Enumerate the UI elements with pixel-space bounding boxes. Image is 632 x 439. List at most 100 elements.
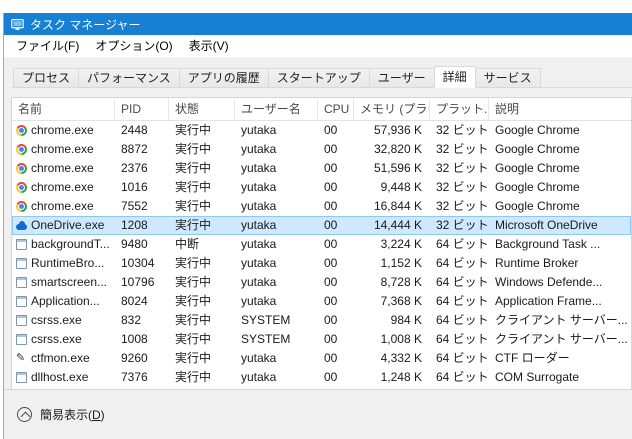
pid-cell: 7376 (121, 370, 148, 384)
name-cell: chrome.exe (12, 178, 115, 197)
description-cell: Google Chrome (495, 161, 580, 175)
column-header-platform[interactable]: プラット... (430, 98, 489, 120)
user-cell: yutaka (241, 161, 277, 175)
task-manager-icon (10, 17, 24, 31)
cpu-cell: 00 (324, 313, 338, 327)
description-cell: Microsoft OneDrive (495, 218, 598, 232)
name-cell: chrome.exe (12, 121, 115, 140)
description-cell: Google Chrome (495, 180, 580, 194)
process-row[interactable]: dllhost.exe 7376 実行中 yutaka 00 1,248 K 6… (12, 368, 631, 387)
cpu-cell: 00 (324, 351, 338, 365)
onedrive-icon (16, 220, 27, 231)
tab-app-history[interactable]: アプリの履歴 (178, 68, 269, 87)
platform-cell: 64 ビット (436, 294, 489, 308)
platform-cell: 32 ビット (436, 218, 489, 232)
pid-cell: 2376 (121, 161, 148, 175)
fewer-details-label: 簡易表示(D) (40, 408, 105, 422)
process-row[interactable]: Application... 8024 実行中 yutaka 00 7,368 … (12, 292, 631, 311)
column-header-status[interactable]: 状態 (169, 98, 235, 120)
cpu-cell: 00 (324, 199, 338, 213)
window-icon (16, 258, 27, 269)
status-cell: 実行中 (175, 123, 212, 137)
process-row[interactable]: csrss.exe 832 実行中 SYSTEM 00 984 K 64 ビット… (12, 311, 631, 330)
column-header-memory[interactable]: メモリ (プライ... (354, 98, 430, 120)
window-icon (16, 372, 27, 383)
memory-cell: 1,248 K (380, 370, 422, 384)
status-cell: 実行中 (175, 218, 212, 232)
user-cell: SYSTEM (241, 332, 291, 346)
memory-cell: 1,152 K (380, 256, 422, 270)
cpu-cell: 00 (324, 332, 338, 346)
cpu-cell: 00 (324, 294, 338, 308)
process-row[interactable]: chrome.exe 1016 実行中 yutaka 00 9,448 K 32… (12, 178, 631, 197)
description-cell: Windows Defende... (495, 275, 603, 289)
task-manager-window: タスク マネージャー ファイル(F) オプション(O) 表示(V) プロセス パフ… (3, 13, 632, 439)
tab-users[interactable]: ユーザー (368, 68, 435, 87)
memory-cell: 8,728 K (380, 275, 422, 289)
platform-cell: 32 ビット (436, 161, 489, 175)
memory-cell: 32,820 K (373, 142, 422, 156)
process-row[interactable]: RuntimeBro... 10304 実行中 yutaka 00 1,152 … (12, 254, 631, 273)
pid-cell: 2448 (121, 123, 148, 137)
name-cell: Application... (12, 292, 115, 311)
chrome-icon (16, 163, 27, 174)
process-row[interactable]: chrome.exe 8872 実行中 yutaka 00 32,820 K 3… (12, 140, 631, 159)
process-row[interactable]: chrome.exe 2376 実行中 yutaka 00 51,596 K 3… (12, 159, 631, 178)
memory-cell: 16,844 K (373, 199, 422, 213)
pid-cell: 8872 (121, 142, 148, 156)
status-cell: 実行中 (175, 161, 212, 175)
user-cell: yutaka (241, 237, 277, 251)
pid-cell: 1208 (121, 218, 148, 232)
tab-performance[interactable]: パフォーマンス (78, 68, 180, 87)
footer-bar: 簡易表示(D) (4, 389, 632, 439)
column-header-user[interactable]: ユーザー名 (235, 98, 318, 120)
menu-options[interactable]: オプション(O) (87, 35, 180, 57)
cpu-cell: 00 (324, 275, 338, 289)
column-header-description[interactable]: 説明 (489, 98, 631, 120)
tab-processes[interactable]: プロセス (13, 68, 80, 87)
window-icon (16, 277, 27, 288)
status-cell: 実行中 (175, 332, 212, 346)
column-header-pid[interactable]: PID (115, 98, 169, 120)
tab-services[interactable]: サービス (474, 68, 541, 87)
process-row[interactable]: chrome.exe 7552 実行中 yutaka 00 16,844 K 3… (12, 197, 631, 216)
process-row[interactable]: csrss.exe 1008 実行中 SYSTEM 00 1,008 K 64 … (12, 330, 631, 349)
process-row[interactable]: backgroundT... 9480 中断 yutaka 00 3,224 K… (12, 235, 631, 254)
description-cell: Runtime Broker (495, 256, 579, 270)
memory-cell: 984 K (390, 313, 422, 327)
process-row[interactable]: smartscreen... 10796 実行中 yutaka 00 8,728… (12, 273, 631, 292)
menu-view[interactable]: 表示(V) (181, 35, 237, 57)
column-header-cpu[interactable]: CPU (318, 98, 354, 120)
chrome-icon (16, 201, 27, 212)
fewer-details-button[interactable]: 簡易表示(D) (17, 402, 113, 427)
cpu-cell: 00 (324, 142, 338, 156)
platform-cell: 64 ビット (436, 237, 489, 251)
chrome-icon (16, 125, 27, 136)
name-cell: OneDrive.exe (12, 216, 115, 235)
tab-label: プロセス (22, 71, 71, 85)
tab-details[interactable]: 詳細 (433, 66, 476, 88)
process-row[interactable]: chrome.exe 2448 実行中 yutaka 00 57,936 K 3… (12, 121, 631, 140)
collapse-circle-icon (17, 407, 32, 422)
cpu-cell: 00 (324, 370, 338, 384)
memory-cell: 57,936 K (373, 123, 422, 137)
name-cell: csrss.exe (12, 330, 115, 349)
memory-cell: 51,596 K (373, 161, 422, 175)
platform-cell: 32 ビット (436, 123, 489, 137)
user-cell: yutaka (241, 256, 277, 270)
title-bar[interactable]: タスク マネージャー (4, 13, 632, 35)
pid-cell: 10796 (121, 275, 155, 289)
process-row[interactable]: ctfmon.exe 9260 実行中 yutaka 00 4,332 K 64… (12, 349, 631, 368)
tab-startup[interactable]: スタートアップ (267, 68, 370, 87)
menu-file[interactable]: ファイル(F) (8, 35, 87, 57)
user-cell: yutaka (241, 294, 277, 308)
process-row[interactable]: OneDrive.exe 1208 実行中 yutaka 00 14,444 K… (12, 216, 631, 235)
name-cell: dllhost.exe (12, 368, 115, 387)
pid-cell: 7552 (121, 199, 148, 213)
platform-cell: 64 ビット (436, 256, 489, 270)
user-cell: yutaka (241, 199, 277, 213)
name-cell: chrome.exe (12, 159, 115, 178)
name-cell: csrss.exe (12, 311, 115, 330)
column-header-name[interactable]: 名前 (12, 98, 115, 120)
table-body: chrome.exe 2448 実行中 yutaka 00 57,936 K 3… (12, 121, 631, 389)
